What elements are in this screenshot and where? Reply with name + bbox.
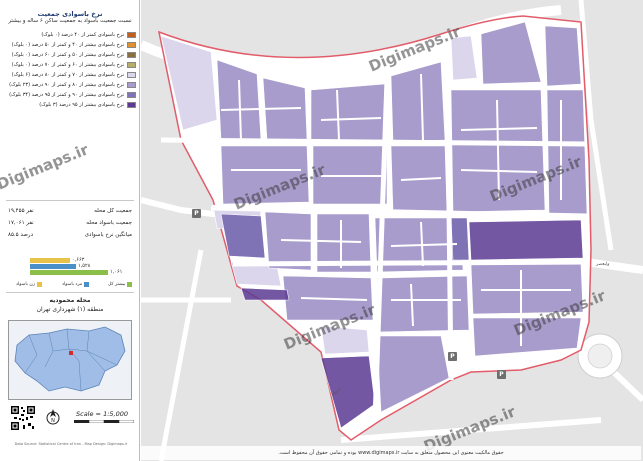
category-male: مرد باسواد (62, 280, 90, 288)
category-swatch (127, 281, 133, 287)
category-label: زن باسواد (16, 281, 35, 287)
bar-female-literate (30, 258, 70, 263)
legend-swatch (127, 72, 136, 78)
map-canvas[interactable]: P P P ولیعصر تاجیک Digimaps.ir Digimaps.… (141, 0, 643, 461)
category-swatch (36, 281, 42, 287)
legend-list: نرخ باسوادی کمتر از ۴۰ درصد (۰ بلوک) نرخ… (6, 30, 136, 110)
parking-icon[interactable]: P (497, 370, 506, 379)
neighborhood-name: محله محمودیه (49, 297, 91, 304)
category-label: بیشتر کل (108, 281, 126, 287)
legend-swatch (127, 42, 136, 48)
scale-bar-graphic (74, 420, 134, 423)
roundabout (577, 333, 623, 379)
qr-code-icon (10, 405, 36, 431)
legend-item: نرخ باسوادی بیشتر از ۶۰ و کمتر از ۷۰ درص… (6, 60, 136, 70)
category-swatch (84, 281, 90, 287)
legend-swatch (127, 102, 136, 108)
legend-item: نرخ باسوادی بیشتر از ۷۰ و کمتر از ۸۰ درص… (6, 70, 136, 80)
stat-literacy-rate: میانگین نرخ باسوادی ۸۵.۵ درصد (8, 232, 132, 242)
copyright-footer: حقوق مالکیت معنوی این محصول متعلق به سای… (141, 446, 641, 460)
category-female: زن باسواد (16, 280, 42, 288)
legend-label: نرخ باسوادی کمتر از ۴۰ درصد (۰ بلوک) (41, 32, 124, 38)
legend-label: نرخ باسوادی بیشتر از ۶۰ و کمتر از ۷۰ درص… (11, 62, 124, 68)
stat-total-population: جمعیت کل محله ۱۹,۴۵۵ نفر (8, 208, 132, 218)
legend-label: نرخ باسوادی بیشتر از ۴۰ و کمتر از ۵۰ درص… (11, 42, 124, 48)
legend-swatch (127, 92, 136, 98)
stat-value: ۸۵.۵ درصد (8, 232, 34, 238)
stat-value: ۱۹,۴۵۵ نفر (8, 208, 34, 214)
legend-item: نرخ باسوادی کمتر از ۴۰ درصد (۰ بلوک) (6, 30, 136, 40)
category-label: مرد باسواد (62, 281, 83, 287)
legend-label: نرخ باسوادی بیشتر از ۹۰ و کمتر از ۹۵ درص… (9, 92, 124, 98)
legend-swatch (127, 52, 136, 58)
legend-label: نرخ باسوادی بیشتر از ۸۰ و کمتر از ۹۰ درص… (9, 82, 124, 88)
legend-label: نرخ باسوادی بیشتر از ۵۰ و کمتر از ۶۰ درص… (11, 52, 124, 58)
legend-swatch (127, 32, 136, 38)
divider (6, 292, 134, 293)
legend-swatch (127, 82, 136, 88)
stat-label: میانگین نرخ باسوادی (84, 232, 132, 238)
minimap-svg (14, 326, 126, 392)
legend-label: نرخ باسوادی بیشتر از ۷۰ و کمتر از ۸۰ درص… (11, 72, 124, 78)
svg-text:N: N (51, 418, 55, 424)
legend-item: نرخ باسوادی بیشتر از ۹۰ و کمتر از ۹۵ درص… (6, 90, 136, 100)
location-marker (69, 351, 73, 355)
legend-item: نرخ باسوادی بیشتر از ۴۰ و کمتر از ۵۰ درص… (6, 40, 136, 50)
parking-icon[interactable]: P (448, 352, 457, 361)
legend-subtitle: نسبت جمعیت باسواد به جمعیت ساکن ۶ ساله و… (8, 18, 132, 24)
bar-total-literate (30, 270, 108, 275)
parking-icon[interactable]: P (192, 209, 201, 218)
street-label: ولیعصر (596, 262, 610, 267)
north-arrow-icon: N (46, 409, 60, 425)
category-total: بیشتر کل (108, 280, 133, 288)
legend-item: نرخ باسوادی بیشتر از ۸۰ و کمتر از ۹۰ درص… (6, 80, 136, 90)
legend-title: نرخ باسوادی جمعیت (37, 10, 103, 18)
bar-male-literate (30, 264, 76, 269)
bar-value: ۱,۰۶۱ (110, 269, 123, 275)
map-legend-panel: نرخ باسوادی جمعیت نسبت جمعیت باسواد به ج… (0, 0, 140, 461)
legend-item: نرخ باسوادی بیشتر از ۹۵ درصد (۳ بلوک) (6, 100, 136, 110)
locator-minimap (8, 320, 132, 400)
divider (6, 200, 134, 201)
tehran-outline-shape (14, 326, 126, 392)
stat-label: جمعیت کل محله (94, 208, 132, 214)
stat-literate-population: جمعیت باسواد محله ۱۷,۰۶۱ نفر (8, 220, 132, 230)
map-credit: Data Source: Statistical Centre of Iran … (14, 442, 128, 446)
legend-swatch (127, 62, 136, 68)
bar-value: ۱,۵۲۸ (78, 263, 91, 269)
stat-value: ۱۷,۰۶۱ نفر (8, 220, 34, 226)
legend-item: نرخ باسوادی بیشتر از ۵۰ و کمتر از ۶۰ درص… (6, 50, 136, 60)
district-name: منطقه (۱) شهرداری تهران (36, 306, 104, 313)
legend-label: نرخ باسوادی بیشتر از ۹۵ درصد (۳ بلوک) (39, 102, 124, 108)
map-svg[interactable] (141, 0, 643, 461)
stat-label: جمعیت باسواد محله (86, 220, 132, 226)
scale-label: Scale = 1:5,000 (76, 410, 128, 418)
